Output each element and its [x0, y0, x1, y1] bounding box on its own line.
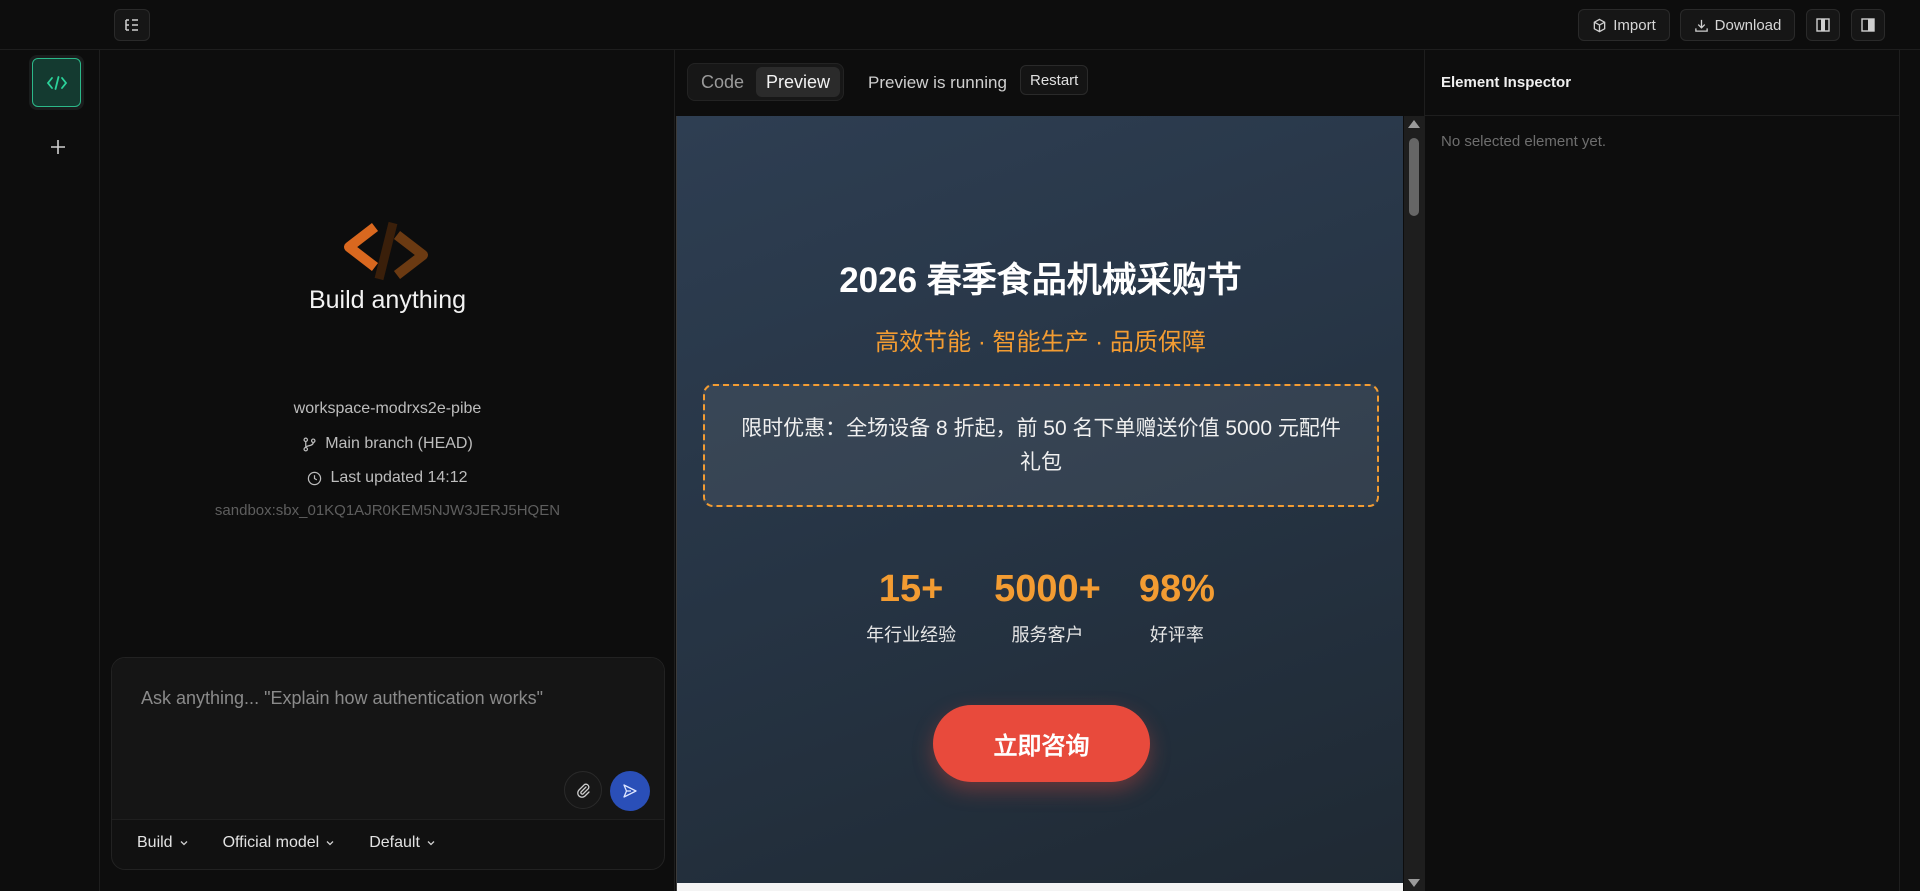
stat-item: 5000+ 服务客户	[994, 567, 1101, 647]
preset-select[interactable]: Default	[369, 834, 436, 852]
top-bar: Import Download	[0, 0, 1920, 50]
preview-status: Preview is running	[868, 73, 1007, 92]
left-rail	[0, 50, 100, 891]
tab-preview[interactable]: Preview	[756, 67, 841, 97]
clock-icon	[308, 471, 322, 485]
inspector-empty-state: No selected element yet.	[1441, 133, 1607, 150]
sidebar-toggle-button[interactable]	[114, 9, 150, 41]
updated-line: Last updated 14:12	[100, 469, 675, 487]
site-title: 2026 春季食品机械采购节	[839, 261, 1242, 300]
composer-options: Build Official model Default	[137, 834, 436, 852]
preview-scrollbar[interactable]	[1404, 116, 1424, 891]
code-logo-icon	[344, 221, 428, 281]
workspace-name-text: workspace-modrxs2e-pibe	[293, 400, 482, 417]
stat-number: 15+	[878, 568, 944, 610]
inspector-divider	[1899, 50, 1900, 891]
hero-title: Build anything	[308, 286, 467, 314]
stat-number: 5000+	[994, 568, 1101, 610]
view-tabs: Code Preview	[687, 63, 845, 101]
element-inspector-panel: Element Inspector No selected element ye…	[1425, 50, 1920, 891]
list-tree-icon	[125, 19, 138, 31]
scrollbar-thumb[interactable]	[1409, 138, 1419, 216]
model-select-label: Official model	[222, 834, 320, 851]
tab-code[interactable]: Code	[691, 67, 754, 97]
download-icon	[1694, 19, 1708, 32]
restart-button[interactable]: Restart	[1020, 65, 1089, 95]
code-icon	[46, 75, 67, 90]
columns-icon	[1816, 18, 1830, 32]
panel-right-icon	[1861, 18, 1875, 32]
promo-banner: 限时优惠：全场设备 8 折起，前 50 名下单赠送价值 5000 元配件礼包	[703, 384, 1379, 507]
chevron-down-icon	[180, 841, 188, 846]
stat-label: 好评率	[1149, 625, 1204, 645]
chevron-down-icon	[427, 841, 435, 846]
stat-label: 年行业经验	[866, 625, 957, 645]
model-select[interactable]: Official model	[223, 834, 336, 852]
stat-item: 15+ 年行业经验	[866, 567, 956, 647]
scroll-up-icon[interactable]	[1408, 120, 1420, 128]
split-view-button[interactable]	[1806, 9, 1840, 41]
branch-line: Main branch (HEAD)	[100, 435, 675, 453]
branch-text: Main branch (HEAD)	[325, 435, 473, 452]
stat-item: 98% 好评率	[1139, 567, 1215, 647]
preview-panel: Code Preview Preview is running Restart …	[675, 50, 1425, 891]
paperclip-icon	[577, 783, 590, 798]
updated-text: Last updated 14:12	[330, 469, 468, 486]
stat-number: 98%	[1138, 568, 1215, 610]
new-workspace-button[interactable]	[48, 137, 68, 157]
scroll-down-icon[interactable]	[1408, 879, 1420, 887]
chevron-down-icon	[326, 841, 334, 846]
inspector-header: Element Inspector	[1425, 50, 1900, 116]
import-button[interactable]: Import	[1578, 9, 1670, 41]
import-label: Import	[1613, 16, 1656, 34]
send-icon	[623, 784, 637, 798]
chat-input-placeholder: Ask anything... "Explain how authenticat…	[141, 688, 543, 708]
workspace-name: workspace-modrxs2e-pibe	[100, 400, 675, 418]
inspector-title: Element Inspector	[1441, 74, 1572, 91]
mode-select-label: Build	[137, 834, 173, 851]
download-label: Download	[1714, 16, 1782, 34]
preview-frame[interactable]: 2026 春季食品机械采购节 高效节能 · 智能生产 · 品质保障 限时优惠：全…	[676, 116, 1403, 891]
mode-select[interactable]: Build	[137, 834, 189, 852]
consult-button[interactable]: 立即咨询	[933, 705, 1150, 782]
git-branch-icon	[303, 437, 316, 451]
workspace-code-button[interactable]	[29, 55, 84, 110]
stat-label: 服务客户	[1011, 625, 1084, 645]
workspace-code-inner	[32, 58, 81, 107]
frame-bottom-edge	[677, 883, 1403, 891]
sandbox-id: sandbox:sbx_01KQ1AJR0KEM5NJW3JERJ5HQEN	[214, 502, 561, 519]
panel-toggle-button[interactable]	[1851, 9, 1885, 41]
preset-select-label: Default	[369, 834, 420, 851]
send-button[interactable]	[610, 771, 650, 811]
package-icon	[1593, 18, 1606, 32]
chat-composer: Ask anything... "Explain how authenticat…	[111, 657, 665, 870]
download-button[interactable]: Download	[1680, 9, 1795, 41]
stats-row: 15+ 年行业经验 5000+ 服务客户 98% 好评率	[677, 567, 1403, 647]
chat-input[interactable]: Ask anything... "Explain how authenticat…	[112, 658, 664, 820]
plus-icon	[51, 140, 65, 154]
attach-button[interactable]	[564, 771, 602, 809]
site-subtitle: 高效节能 · 智能生产 · 品质保障	[875, 329, 1206, 356]
